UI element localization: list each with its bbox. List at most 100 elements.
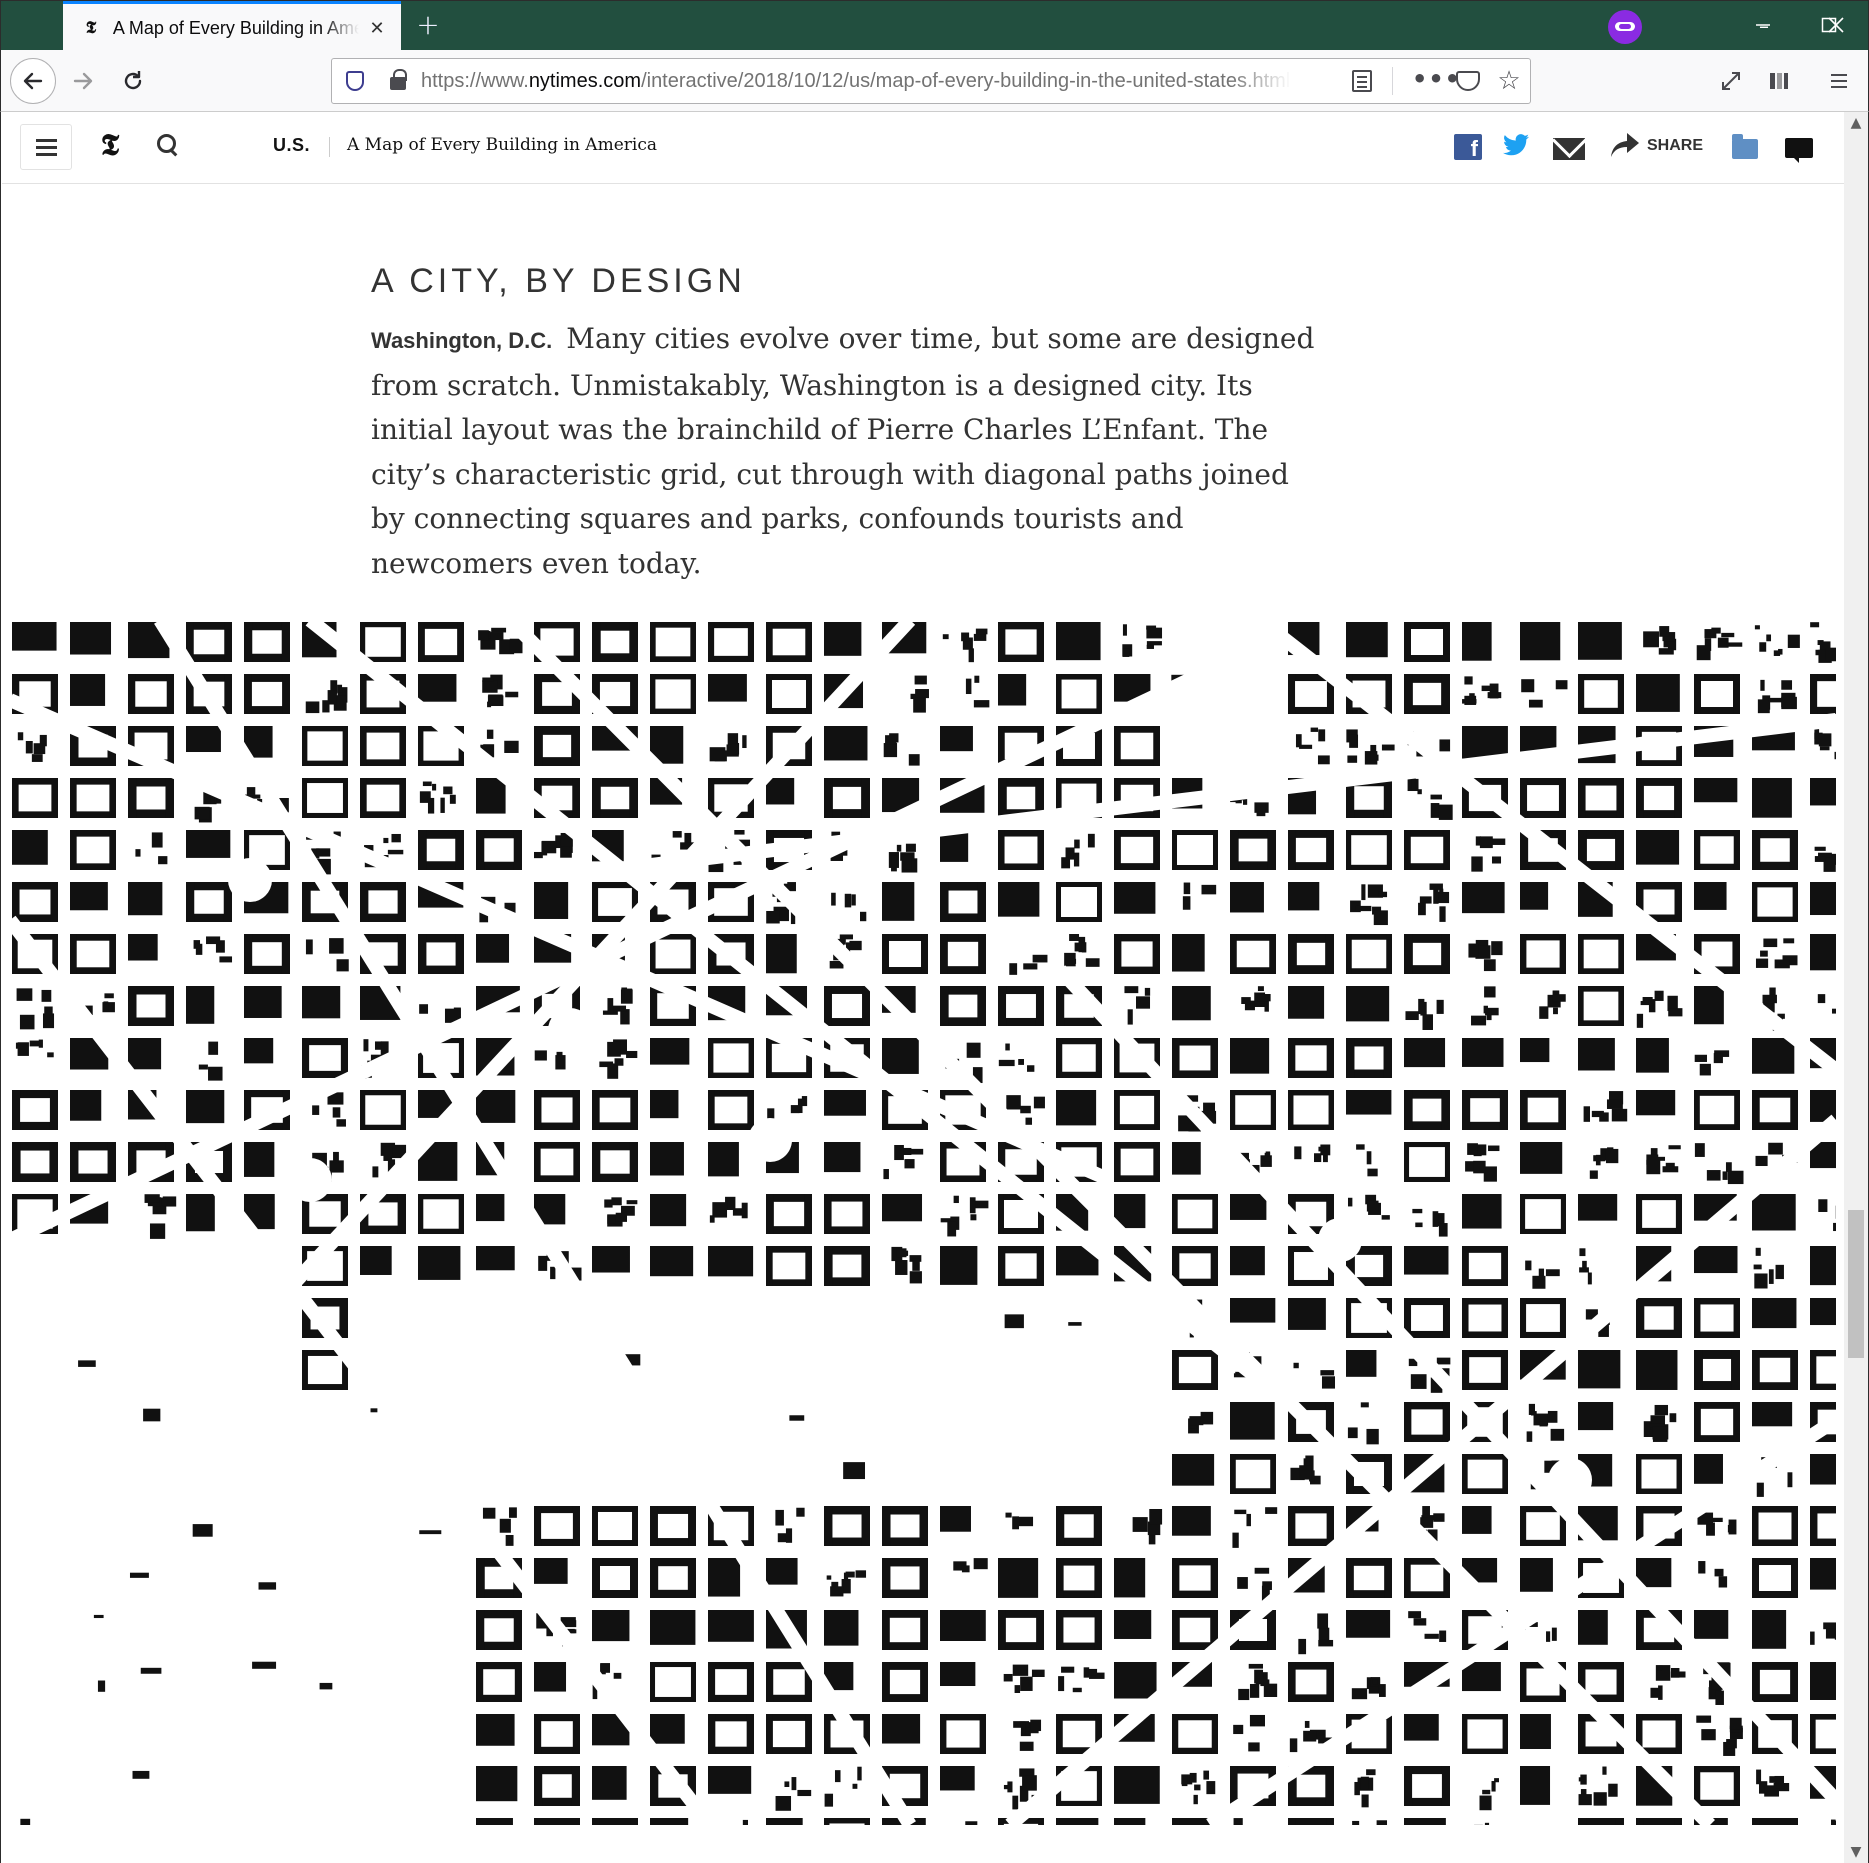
scroll-down-arrow-icon[interactable]: ▼ [1844, 1841, 1868, 1863]
building [1114, 882, 1156, 914]
tracking-protection-icon[interactable] [346, 71, 364, 91]
sections-menu-button[interactable] [20, 124, 72, 170]
building [1030, 1719, 1042, 1732]
comments-icon[interactable] [1785, 138, 1813, 163]
building [1722, 1171, 1728, 1180]
building [1823, 857, 1836, 872]
forward-arrow-icon[interactable] [65, 63, 101, 99]
building [690, 934, 696, 974]
page-scrollbar[interactable]: ▲ ▼ [1844, 112, 1868, 1863]
building [329, 938, 344, 954]
browser-tab-active[interactable]: 𝕿 A Map of Every Building in America ✕ [63, 1, 401, 52]
building [1346, 1748, 1392, 1754]
building [1230, 1246, 1265, 1276]
building [135, 849, 141, 857]
building [1114, 1142, 1121, 1182]
building [1818, 1199, 1828, 1212]
building [940, 726, 973, 752]
building [1694, 1143, 1705, 1157]
tab-close-icon[interactable]: ✕ [365, 18, 389, 39]
building [1429, 883, 1443, 890]
building [1538, 1268, 1545, 1277]
building [1346, 622, 1388, 658]
building [1462, 1331, 1508, 1338]
email-icon[interactable] [1553, 138, 1585, 160]
building [1694, 1402, 1701, 1442]
traffic-circle [1548, 1458, 1592, 1502]
building [1760, 679, 1765, 691]
building [1501, 1246, 1508, 1286]
building [1114, 778, 1160, 785]
building [1056, 916, 1102, 922]
building [1366, 1200, 1379, 1212]
nyt-logo-icon[interactable]: 𝕿 [94, 128, 126, 164]
building [1437, 891, 1450, 904]
address-bar[interactable]: https://www.nytimes.com/interactive/2018… [331, 58, 1531, 104]
hamburger-icon[interactable] [1821, 63, 1857, 99]
building [1372, 1679, 1378, 1685]
building [650, 1662, 656, 1702]
building [1172, 1194, 1178, 1234]
building [572, 1818, 580, 1825]
new-tab-button[interactable]: + [411, 9, 445, 43]
building [604, 1199, 613, 1208]
reader-view-icon[interactable] [1352, 70, 1372, 92]
building [1636, 1714, 1682, 1721]
section-link[interactable]: U.S. [273, 135, 310, 156]
building [882, 934, 889, 974]
building-footprint-map[interactable] [10, 620, 1836, 1825]
building [1206, 1781, 1216, 1795]
building [514, 1662, 522, 1702]
page-actions-more-icon[interactable]: ••• [1412, 59, 1460, 103]
building [1714, 1568, 1724, 1577]
facebook-icon[interactable]: f [1454, 134, 1482, 160]
building [1694, 1454, 1723, 1484]
building [1404, 622, 1411, 662]
building [1587, 1272, 1592, 1285]
share-arrow-icon[interactable] [1610, 132, 1640, 162]
scroll-up-arrow-icon[interactable]: ▲ [1844, 112, 1868, 134]
building [1424, 1633, 1439, 1639]
lock-icon[interactable] [390, 69, 407, 90]
url-text[interactable]: https://www.nytimes.com/interactive/2018… [421, 59, 1291, 103]
building [12, 778, 58, 785]
building [882, 1662, 890, 1702]
search-icon[interactable] [157, 134, 179, 156]
building [824, 778, 833, 818]
building [572, 778, 580, 818]
building [1442, 1298, 1450, 1338]
save-folder-icon[interactable] [1732, 134, 1758, 159]
building [1438, 1223, 1448, 1237]
building [427, 797, 435, 814]
building [766, 622, 773, 662]
building [630, 674, 638, 714]
building [843, 1572, 849, 1581]
window-minimize-icon[interactable] [1730, 0, 1796, 50]
building [805, 622, 812, 662]
building [360, 674, 367, 714]
share-button[interactable]: SHARE [1647, 137, 1703, 155]
building [940, 1142, 947, 1182]
pocket-icon[interactable] [1456, 71, 1480, 91]
building [1810, 1714, 1816, 1754]
building [1404, 1176, 1450, 1182]
building [1469, 693, 1475, 698]
building [455, 934, 464, 974]
star-icon[interactable]: ☆ [1492, 64, 1526, 98]
building [1550, 1428, 1565, 1441]
scrollbar-thumb[interactable] [1848, 1210, 1864, 1358]
building [1438, 804, 1453, 820]
building [629, 778, 638, 818]
building [1652, 1426, 1668, 1442]
building [1578, 1402, 1614, 1431]
building [383, 1146, 393, 1161]
window-close-icon[interactable] [1803, 0, 1869, 50]
building [1790, 1558, 1798, 1598]
library-icon[interactable] [1761, 63, 1797, 99]
fullscreen-icon[interactable] [1713, 63, 1749, 99]
reload-icon[interactable] [115, 63, 151, 99]
building [1694, 1054, 1708, 1062]
back-arrow-icon[interactable] [10, 58, 56, 104]
building [766, 1818, 803, 1825]
twitter-icon[interactable] [1502, 134, 1530, 160]
